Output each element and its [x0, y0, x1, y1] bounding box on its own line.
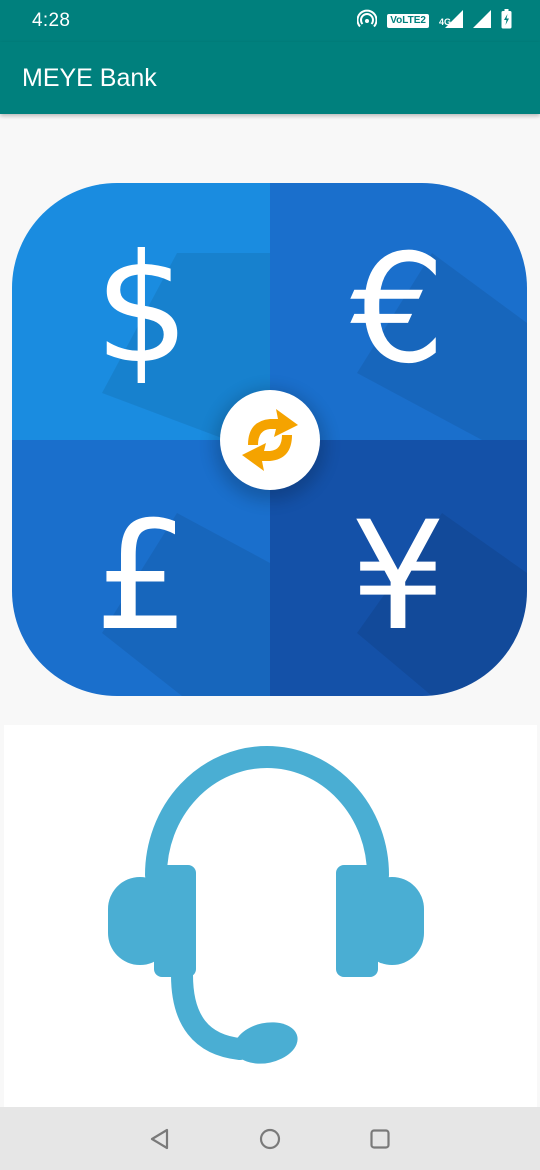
home-icon[interactable] — [256, 1125, 284, 1153]
currency-exchange-card[interactable]: $ € £ ¥ — [12, 183, 527, 696]
customer-support-card[interactable] — [4, 725, 537, 1107]
dollar-symbol: $ — [94, 223, 189, 397]
yen-symbol: ¥ — [350, 490, 445, 664]
network-type-label: 4G — [438, 16, 451, 27]
recents-icon[interactable] — [366, 1125, 394, 1153]
battery-icon — [501, 8, 512, 34]
pound-symbol: £ — [94, 490, 189, 664]
status-bar: 4:28 VoLTE2 4G — [0, 0, 540, 42]
app-bar: MEYE Bank — [0, 42, 540, 114]
status-icons: VoLTE2 4G — [356, 8, 512, 34]
back-icon[interactable] — [146, 1125, 174, 1153]
app-title: MEYE Bank — [22, 64, 157, 92]
euro-symbol: € — [350, 223, 445, 397]
swap-arrows-icon — [214, 389, 326, 501]
status-time: 4:28 — [32, 10, 71, 31]
volte-badge: VoLTE2 — [387, 14, 429, 28]
system-nav-bar — [0, 1107, 540, 1170]
headset-icon — [108, 746, 424, 1064]
currency-exchange-graphic: $ € £ ¥ — [12, 183, 527, 696]
signal-icon — [473, 9, 491, 33]
hotspot-icon — [356, 9, 378, 34]
